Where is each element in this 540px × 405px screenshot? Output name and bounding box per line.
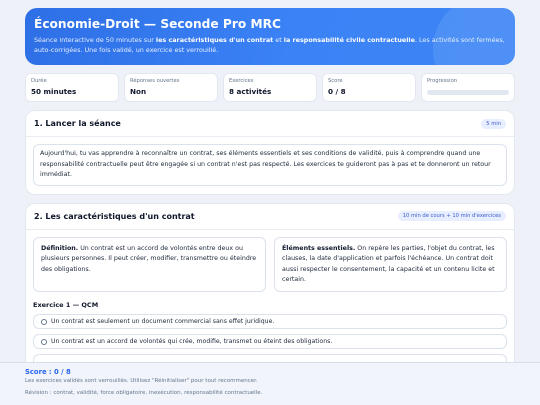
intro-text: Aujourd'hui, tu vas apprendre à reconnaî…: [33, 144, 507, 186]
footer-review: Révision : contrat, validité, force obli…: [25, 390, 263, 396]
section-contract-body: Définition. Un contrat est un accord de …: [26, 230, 514, 378]
stat-duration-label: Durée: [31, 78, 47, 84]
definition-card: Définition. Un contrat est un accord de …: [33, 236, 266, 293]
stats-row: Durée 50 minutes Réponses ouvertes Non E…: [25, 73, 515, 102]
page-title: Économie-Droit — Seconde Pro MRC: [34, 17, 281, 31]
stat-exercises: Exercices 8 activités: [223, 73, 317, 102]
stat-progress-label: Progression: [427, 78, 458, 84]
section-contract: 2. Les caractéristiques d'un contrat 10 …: [25, 202, 515, 379]
lesson-columns: Définition. Un contrat est un accord de …: [33, 236, 507, 293]
qcm-option[interactable]: Un contrat est un accord de volontés qui…: [33, 334, 507, 350]
hero-desc-mid: et: [273, 36, 284, 44]
qcm-option-label: Un contrat est seulement un document com…: [51, 318, 275, 326]
radio-button[interactable]: [41, 338, 47, 345]
duration-badge: 5 min: [481, 118, 506, 129]
stat-score-label: Score: [328, 78, 343, 84]
stat-open-answers: Réponses ouvertes Non: [124, 73, 218, 102]
section-launch-title: 1. Lancer la séance: [34, 119, 121, 128]
footer-score: Score : 0 / 8: [25, 368, 71, 376]
qcm-option-label: Un contrat est un accord de volontés qui…: [51, 338, 333, 346]
section-contract-title: 2. Les caractéristiques d'un contrat: [34, 211, 195, 221]
exercise-title: Exercice 1 — QCM: [33, 301, 99, 310]
hero-banner: Économie-Droit — Seconde Pro MRC Séance …: [25, 8, 515, 65]
stat-duration-value: 50 minutes: [31, 87, 77, 96]
definition-label: Définition.: [41, 244, 79, 252]
hero-desc-bold2: la responsabilité civile contractuelle: [283, 36, 415, 44]
stat-score-value: 0 / 8: [328, 87, 346, 96]
footer-bar: Score : 0 / 8 Les exercices validés sont…: [0, 362, 540, 405]
hero-desc-bold1: les caractéristiques d'un contrat: [155, 36, 274, 44]
stat-progress: Progression: [421, 73, 515, 102]
stat-open-answers-value: Non: [130, 87, 147, 96]
stat-exercises-value: 8 activités: [229, 87, 272, 96]
essentials-label: Éléments essentiels.: [282, 244, 356, 252]
hero-description: Séance interactive de 50 minutes sur les…: [34, 36, 507, 55]
stat-open-answers-label: Réponses ouvertes: [130, 78, 180, 84]
stat-exercises-label: Exercices: [229, 78, 254, 84]
duration-badge: 10 min de cours + 10 min d'exercices: [397, 211, 506, 222]
essentials-card: Éléments essentiels. On repère les parti…: [274, 236, 507, 293]
qcm-option[interactable]: Un contrat est seulement un document com…: [33, 314, 507, 330]
footer-hint: Les exercices validés sont verrouillés. …: [25, 378, 258, 384]
stat-score: Score 0 / 8: [322, 73, 416, 102]
radio-button[interactable]: [41, 318, 47, 325]
progress-bar: [427, 90, 509, 95]
section-launch-header: 1. Lancer la séance 5 min: [26, 111, 514, 137]
section-launch-body: Aujourd'hui, tu vas apprendre à reconnaî…: [26, 137, 514, 194]
section-launch: 1. Lancer la séance 5 min Aujourd'hui, t…: [25, 110, 515, 195]
stat-duration: Durée 50 minutes: [25, 73, 119, 102]
page: Économie-Droit — Seconde Pro MRC Séance …: [0, 0, 540, 379]
hero-desc-prefix: Séance interactive de 50 minutes sur: [34, 36, 156, 44]
section-contract-header: 2. Les caractéristiques d'un contrat 10 …: [26, 204, 514, 230]
